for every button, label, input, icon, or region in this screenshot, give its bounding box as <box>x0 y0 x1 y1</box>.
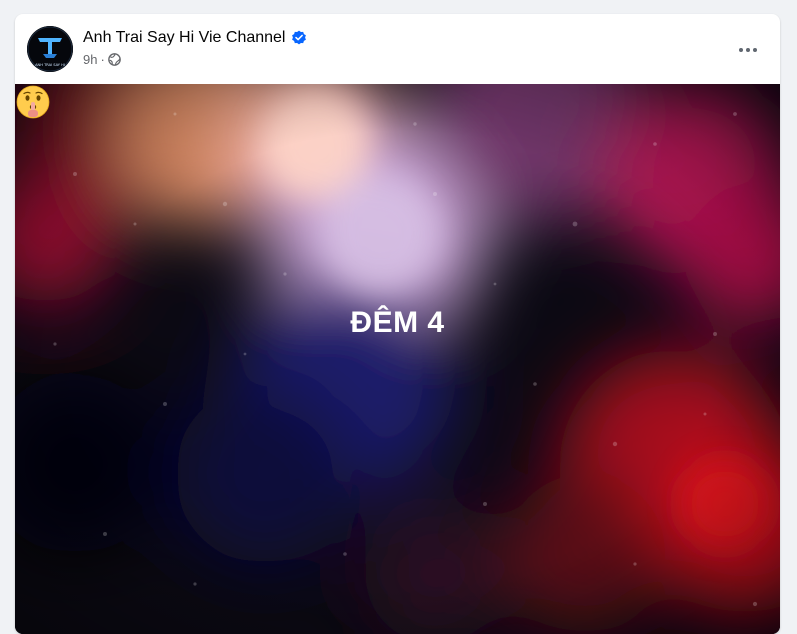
page-logo-icon: ANH TRAI SAY HI <box>27 26 73 72</box>
globe-icon[interactable] <box>107 53 121 66</box>
more-dot <box>746 48 750 52</box>
page-name-link[interactable]: Anh Trai Say Hi Vie Channel <box>83 29 307 47</box>
more-options-icon[interactable] <box>730 32 766 68</box>
page-name[interactable]: Anh Trai Say Hi Vie Channel <box>83 29 285 47</box>
more-dot <box>753 48 757 52</box>
post-header: ANH TRAI SAY HI Anh Trai Say Hi Vie Chan… <box>15 14 780 84</box>
post-body-text: ĐÊM 4 <box>350 306 445 339</box>
post-card: ANH TRAI SAY HI Anh Trai Say Hi Vie Chan… <box>15 14 780 634</box>
post-meta: 9h · <box>83 52 121 67</box>
shushing-face-emoji-icon <box>16 85 50 119</box>
post-timestamp[interactable]: 9h <box>83 52 97 67</box>
more-dot <box>739 48 743 52</box>
bokeh-background <box>15 84 780 634</box>
meta-separator: · <box>100 52 105 67</box>
verified-badge-icon <box>292 30 307 45</box>
svg-text:ANH TRAI SAY HI: ANH TRAI SAY HI <box>35 63 65 67</box>
post-text-background[interactable]: ĐÊM 4 <box>15 84 780 634</box>
page-avatar[interactable]: ANH TRAI SAY HI <box>27 26 73 72</box>
